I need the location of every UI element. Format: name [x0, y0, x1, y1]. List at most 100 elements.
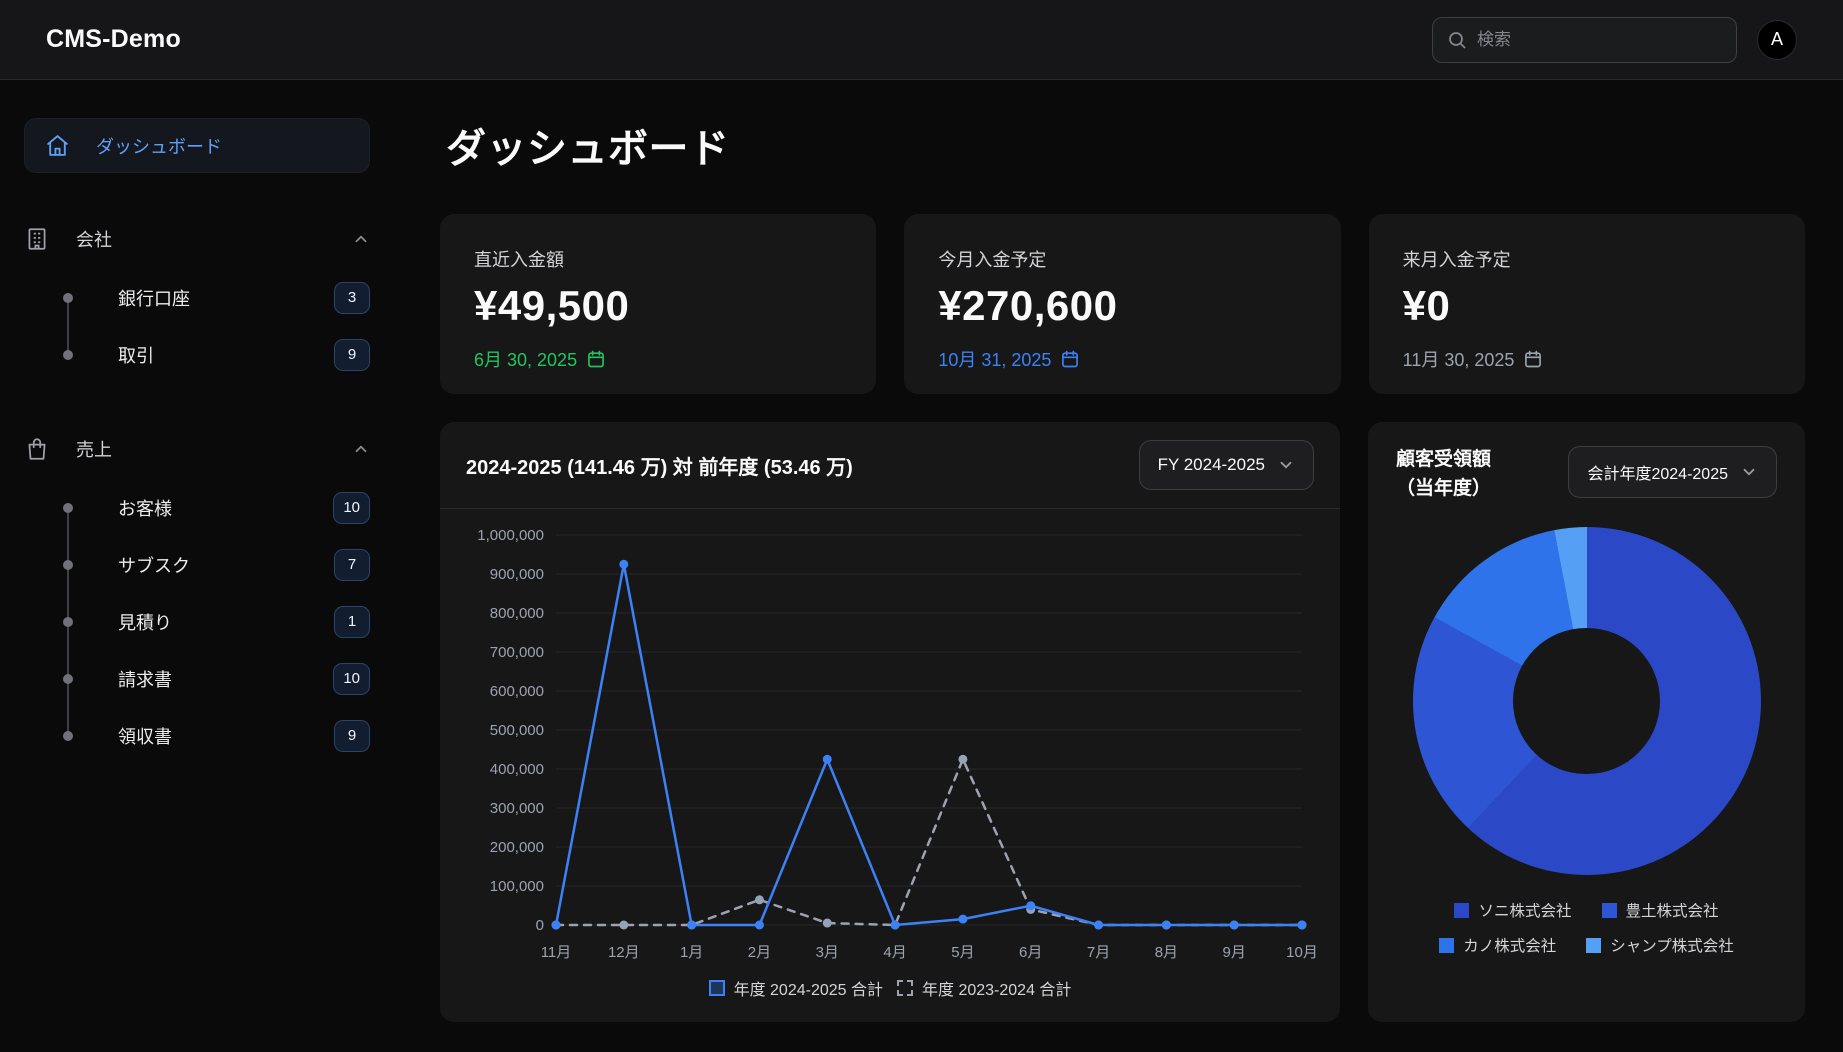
sidebar-item-label: ダッシュボード [96, 133, 222, 159]
stat-date: 6月 30, 2025 [474, 346, 842, 372]
chevron-down-icon [1277, 456, 1295, 474]
legend-item-company-3[interactable]: カノ株式会社 [1439, 934, 1556, 956]
svg-text:700,000: 700,000 [490, 644, 544, 661]
stat-value: ¥0 [1403, 282, 1771, 330]
shopping-bag-icon [24, 436, 50, 462]
svg-text:1月: 1月 [680, 944, 703, 961]
calendar-icon [1060, 349, 1080, 369]
count-badge: 9 [334, 339, 370, 371]
avatar[interactable]: A [1757, 20, 1797, 60]
svg-text:300,000: 300,000 [490, 800, 544, 817]
sidebar-item-receipts[interactable]: 領収書 9 [64, 707, 370, 764]
legend-swatch-dashed [897, 980, 913, 996]
stat-cards-row: 直近入金額 ¥49,500 6月 30, 2025 今月入金予定 ¥270,60… [440, 214, 1805, 394]
count-badge: 10 [333, 663, 370, 695]
yearly-comparison-chart-card: 2024-2025 (141.46 万) 対 前年度 (53.46 万) FY … [440, 422, 1340, 1022]
search-box[interactable] [1432, 17, 1737, 63]
donut-legend: ソニ株式会社 豊土株式会社 カノ株式会社 シャンプ株式会社 [1396, 899, 1777, 956]
line-chart-legend: 年度 2024-2025 合計 年度 2023-2024 合計 [440, 976, 1340, 1000]
svg-text:12月: 12月 [608, 944, 640, 961]
legend-swatch [1586, 938, 1601, 953]
legend-item-previous-year[interactable]: 年度 2023-2024 合計 [897, 976, 1071, 1000]
chevron-down-icon [1740, 463, 1758, 481]
legend-item-company-4[interactable]: シャンプ株式会社 [1586, 934, 1734, 956]
svg-text:100,000: 100,000 [490, 878, 544, 895]
svg-text:500,000: 500,000 [490, 722, 544, 739]
svg-text:0: 0 [536, 917, 544, 934]
sidebar-item-subscriptions[interactable]: サブスク 7 [64, 536, 370, 593]
stat-value: ¥270,600 [938, 282, 1306, 330]
line-chart: 0100,000200,000300,000400,000500,000600,… [440, 509, 1340, 974]
count-badge: 3 [334, 282, 370, 314]
chevron-up-icon[interactable] [352, 440, 370, 458]
svg-text:5月: 5月 [951, 944, 974, 961]
company-items: 銀行口座 3 取引 9 [64, 269, 370, 383]
donut-title: 顧客受領額 （当年度） [1396, 446, 1491, 503]
item-label: 領収書 [118, 723, 172, 749]
customer-receipts-card: 顧客受領額 （当年度） 会計年度2024-2025 [1368, 422, 1805, 1022]
svg-text:8月: 8月 [1155, 944, 1178, 961]
legend-swatch [1602, 903, 1617, 918]
search-icon [1447, 30, 1467, 50]
topbar: CMS-Demo A [0, 0, 1843, 80]
calendar-icon [586, 349, 606, 369]
legend-swatch [1439, 938, 1454, 953]
chevron-up-icon[interactable] [352, 230, 370, 248]
legend-swatch [1454, 903, 1469, 918]
item-label: 取引 [118, 342, 154, 368]
item-label: 銀行口座 [118, 285, 190, 311]
calendar-icon [1523, 349, 1543, 369]
sales-items: お客様 10 サブスク 7 見積り 1 請求書 10 領収書 9 [64, 479, 370, 764]
sidebar-section-company: 会社 銀行口座 3 取引 9 [24, 219, 370, 383]
stat-date: 10月 31, 2025 [938, 346, 1306, 372]
legend-item-company-1[interactable]: ソニ株式会社 [1454, 899, 1571, 921]
sidebar-item-quotes[interactable]: 見積り 1 [64, 593, 370, 650]
stat-value: ¥49,500 [474, 282, 842, 330]
svg-text:6月: 6月 [1019, 944, 1042, 961]
count-badge: 9 [334, 720, 370, 752]
svg-text:400,000: 400,000 [490, 761, 544, 778]
fiscal-year-dropdown[interactable]: FY 2024-2025 [1139, 440, 1314, 490]
stat-date: 11月 30, 2025 [1403, 346, 1771, 372]
svg-text:7月: 7月 [1087, 944, 1110, 961]
page-title: ダッシュボード [446, 116, 1805, 174]
count-badge: 10 [333, 492, 370, 524]
count-badge: 1 [334, 606, 370, 638]
sidebar-item-invoices[interactable]: 請求書 10 [64, 650, 370, 707]
sidebar-item-dashboard[interactable]: ダッシュボード [24, 118, 370, 173]
sidebar-item-customers[interactable]: お客様 10 [64, 479, 370, 536]
svg-text:1,000,000: 1,000,000 [477, 527, 544, 544]
stat-label: 今月入金予定 [938, 246, 1306, 272]
sidebar-item-bank-accounts[interactable]: 銀行口座 3 [64, 269, 370, 326]
donut-chart[interactable] [1413, 527, 1761, 875]
item-label: 請求書 [118, 666, 172, 692]
section-label: 売上 [76, 436, 112, 462]
search-input[interactable] [1477, 30, 1722, 50]
svg-text:900,000: 900,000 [490, 566, 544, 583]
sidebar: ダッシュボード 会社 銀行口座 3 取引 9 [0, 80, 412, 1052]
stat-label: 来月入金予定 [1403, 246, 1771, 272]
stat-card-this-month: 今月入金予定 ¥270,600 10月 31, 2025 [904, 214, 1340, 394]
sidebar-section-sales: 売上 お客様 10 サブスク 7 見積り 1 請 [24, 429, 370, 764]
section-header-sales[interactable]: 売上 [24, 429, 370, 469]
section-label: 会社 [76, 226, 112, 252]
item-label: サブスク [118, 552, 190, 578]
item-label: 見積り [118, 609, 172, 635]
svg-text:600,000: 600,000 [490, 683, 544, 700]
chart-title: 2024-2025 (141.46 万) 対 前年度 (53.46 万) [466, 451, 853, 480]
section-header-company[interactable]: 会社 [24, 219, 370, 259]
legend-item-company-2[interactable]: 豊土株式会社 [1602, 899, 1719, 921]
svg-text:10月: 10月 [1286, 944, 1318, 961]
item-label: お客様 [118, 495, 172, 521]
svg-text:3月: 3月 [816, 944, 839, 961]
svg-text:9月: 9月 [1223, 944, 1246, 961]
donut-fiscal-year-dropdown[interactable]: 会計年度2024-2025 [1568, 446, 1777, 498]
svg-text:4月: 4月 [883, 944, 906, 961]
app-title: CMS-Demo [46, 25, 181, 54]
main-content: ダッシュボード 直近入金額 ¥49,500 6月 30, 2025 今月入金予定… [412, 80, 1843, 1052]
home-icon [45, 133, 70, 158]
legend-item-current-year[interactable]: 年度 2024-2025 合計 [709, 976, 883, 1000]
svg-text:800,000: 800,000 [490, 605, 544, 622]
stat-label: 直近入金額 [474, 246, 842, 272]
sidebar-item-transactions[interactable]: 取引 9 [64, 326, 370, 383]
